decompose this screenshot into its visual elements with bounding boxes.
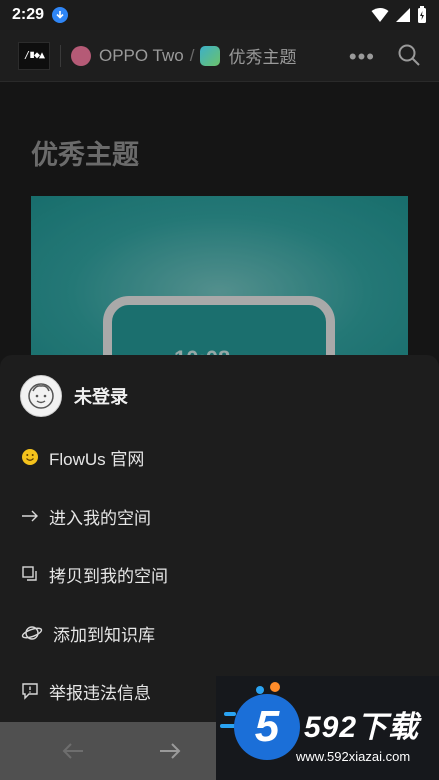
watermark-dot: [256, 686, 264, 694]
menu-item-flowus-site[interactable]: FlowUs 官网: [20, 442, 144, 472]
search-icon[interactable]: [397, 43, 421, 72]
menu-item-add-to-knowledge-base[interactable]: 添加到知识库: [20, 618, 155, 648]
status-bar: 2:29: [0, 0, 439, 30]
planet-icon: [20, 623, 44, 643]
bottom-sheet: 未登录 FlowUs 官网 进入我的空间 拷贝到我的空间 添加到知识库 举报违法…: [0, 355, 439, 725]
watermark-dash: [224, 712, 236, 716]
breadcrumb-separator: /: [189, 45, 195, 65]
top-navigation: /∎◆▲ OPPO Two / 优秀主题 •••: [0, 30, 439, 82]
forward-arrow-icon[interactable]: [155, 737, 185, 765]
status-time: 2:29: [12, 6, 45, 23]
watermark-url: www.592xiazai.com: [296, 749, 411, 764]
site-logo-text: /∎◆▲: [23, 50, 45, 61]
site-logo[interactable]: /∎◆▲: [18, 41, 50, 70]
back-arrow-icon[interactable]: [58, 737, 88, 765]
emoji-icon: [20, 447, 40, 467]
arrow-right-icon: [20, 506, 40, 526]
avatar: [20, 375, 62, 417]
menu-label: 进入我的空间: [49, 508, 151, 528]
watermark-dot: [270, 682, 280, 692]
battery-charging-icon: [417, 6, 427, 29]
breadcrumb-workspace[interactable]: OPPO Two: [99, 46, 184, 66]
user-row[interactable]: 未登录: [20, 375, 128, 417]
menu-item-copy-to-space[interactable]: 拷贝到我的空间: [20, 559, 168, 589]
watermark-logo: 5 592下载 www.592xiazai.com: [216, 676, 439, 780]
page-icon: [200, 45, 221, 66]
wifi-icon: [371, 7, 389, 28]
menu-label: 举报违法信息: [49, 683, 151, 703]
breadcrumb-page[interactable]: 优秀主题: [228, 43, 296, 68]
user-name: 未登录: [74, 387, 128, 407]
watermark-title: 592下载: [304, 711, 420, 744]
nav-divider: [60, 44, 61, 67]
download-icon: [52, 7, 69, 23]
more-icon[interactable]: •••: [349, 44, 375, 70]
menu-label: 添加到知识库: [53, 625, 155, 645]
workspace-icon: [71, 45, 91, 66]
watermark-badge: 5: [234, 694, 300, 760]
menu-label: FlowUs 官网: [49, 449, 145, 469]
menu-item-report[interactable]: 举报违法信息: [20, 676, 151, 706]
copy-icon: [20, 564, 40, 584]
signal-icon: [395, 7, 411, 28]
menu-item-enter-space[interactable]: 进入我的空间: [20, 501, 151, 531]
menu-label: 拷贝到我的空间: [49, 566, 168, 586]
report-icon: [20, 681, 40, 701]
